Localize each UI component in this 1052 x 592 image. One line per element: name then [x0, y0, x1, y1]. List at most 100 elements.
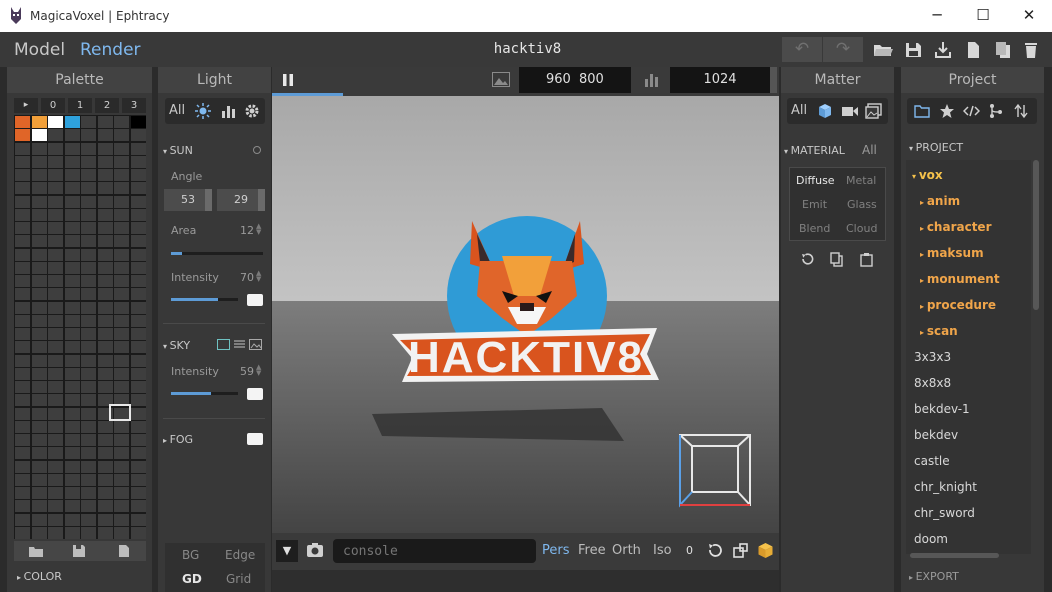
console-toggle-button[interactable]: ▼: [276, 540, 298, 562]
palette-color-cell[interactable]: [81, 460, 96, 473]
sun-section-label[interactable]: ▾ SUN: [163, 144, 193, 157]
voxel-cube-icon[interactable]: [757, 542, 774, 559]
project-tree-h-scrollbar[interactable]: [910, 553, 999, 558]
palette-color-cell[interactable]: [15, 341, 30, 354]
palette-color-cell[interactable]: [64, 500, 80, 513]
palette-color-cell[interactable]: [97, 447, 113, 460]
palette-color-cell[interactable]: [31, 261, 47, 274]
palette-color-cell[interactable]: [81, 420, 96, 433]
palette-color-cell[interactable]: [31, 420, 47, 433]
light-filter-all[interactable]: All: [169, 103, 185, 118]
palette-color-cell[interactable]: [48, 182, 63, 195]
palette-color-cell[interactable]: [64, 381, 80, 393]
palette-color-cell[interactable]: [31, 367, 47, 380]
palette-color-cell[interactable]: [64, 222, 80, 234]
maximize-button[interactable]: ☐: [960, 0, 1006, 32]
palette-color-cell[interactable]: [31, 248, 47, 261]
palette-color-cell[interactable]: [48, 367, 63, 380]
palette-color-cell[interactable]: [15, 487, 30, 499]
palette-color-cell[interactable]: [64, 473, 80, 486]
palette-color-cell[interactable]: [64, 447, 80, 460]
palette-color-cell[interactable]: [130, 314, 146, 327]
sky-uniform-icon[interactable]: [217, 339, 230, 350]
palette-color-cell[interactable]: [81, 341, 96, 354]
tree-folder-maksum[interactable]: ▸ maksum: [920, 246, 984, 260]
palette-color-cell[interactable]: [114, 169, 129, 181]
palette-color-cell[interactable]: [97, 420, 113, 433]
model-tab[interactable]: Model: [14, 40, 65, 60]
close-button[interactable]: ✕: [1006, 0, 1052, 32]
palette-color-cell[interactable]: [15, 447, 30, 460]
palette-color-cell[interactable]: [15, 288, 30, 301]
palette-color-cell[interactable]: [97, 314, 113, 327]
reset-rotate-icon[interactable]: [707, 542, 724, 559]
palette-color-cell[interactable]: [48, 513, 63, 526]
palette-color-cell[interactable]: [114, 288, 129, 301]
palette-color-cell[interactable]: [31, 169, 47, 181]
tree-folder-scan[interactable]: ▸ scan: [920, 324, 958, 338]
palette-color-cell[interactable]: [81, 526, 96, 539]
save-icon[interactable]: [901, 38, 925, 62]
palette-color-cell[interactable]: [130, 195, 146, 208]
palette-color-cell[interactable]: [64, 407, 80, 420]
palette-color-cell[interactable]: [64, 208, 80, 221]
material-copy-icon[interactable]: [829, 252, 844, 267]
palette-color-cell[interactable]: [130, 275, 146, 287]
palette-color-cell[interactable]: [64, 341, 80, 354]
palette-color-cell[interactable]: [15, 354, 30, 367]
gd-toggle[interactable]: GD: [182, 572, 202, 586]
palette-color-cell[interactable]: [81, 288, 96, 301]
palette-color-cell[interactable]: [97, 182, 113, 195]
palette-color-cell[interactable]: [48, 447, 63, 460]
palette-color-cell[interactable]: [97, 235, 113, 248]
camera-pers-button[interactable]: Pers: [542, 543, 570, 558]
sun-icon[interactable]: [195, 103, 211, 119]
palette-color-cell[interactable]: [97, 169, 113, 181]
palette-color-cell[interactable]: [31, 473, 47, 486]
palette-color-cell[interactable]: [64, 169, 80, 181]
palette-color-cell[interactable]: [114, 367, 129, 380]
palette-color-cell[interactable]: [48, 222, 63, 234]
palette-color-cell[interactable]: [81, 235, 96, 248]
sun-intensity-spinner-icon[interactable]: ▲ ▼: [256, 270, 261, 283]
palette-color-cell[interactable]: [130, 129, 146, 142]
palette-color-cell[interactable]: [48, 261, 63, 274]
tree-file[interactable]: chr_sword: [914, 506, 975, 520]
sample-count[interactable]: 1024: [670, 67, 770, 93]
palette-color-cell[interactable]: [130, 500, 146, 513]
palette-color-cell[interactable]: [81, 500, 96, 513]
material-emit[interactable]: Emit: [802, 198, 827, 211]
palette-color-cell[interactable]: [31, 116, 47, 128]
sort-arrows-icon[interactable]: [1013, 103, 1029, 119]
palette-color-cell[interactable]: [81, 407, 96, 420]
palette-color-cell[interactable]: [114, 155, 129, 168]
sky-intensity-slider-track[interactable]: [171, 392, 238, 395]
settings-gear-icon[interactable]: [244, 103, 260, 119]
palette-color-cell[interactable]: [15, 314, 30, 327]
palette-color-cell[interactable]: [114, 129, 129, 142]
palette-color-cell[interactable]: [81, 487, 96, 499]
palette-tab-0[interactable]: 0: [41, 98, 65, 113]
area-slider-track[interactable]: [171, 252, 263, 255]
palette-color-cell[interactable]: [130, 208, 146, 221]
palette-color-cell[interactable]: [114, 381, 129, 393]
palette-color-cell[interactable]: [48, 155, 63, 168]
palette-color-cell[interactable]: [64, 487, 80, 499]
palette-color-cell[interactable]: [64, 116, 80, 128]
grid-toggle[interactable]: Grid: [226, 572, 251, 586]
palette-color-cell[interactable]: [31, 447, 47, 460]
edge-toggle[interactable]: Edge: [225, 548, 255, 562]
palette-color-cell[interactable]: [114, 447, 129, 460]
palette-color-cell[interactable]: [31, 513, 47, 526]
palette-color-cell[interactable]: [97, 381, 113, 393]
palette-color-cell[interactable]: [31, 301, 47, 314]
material-reset-icon[interactable]: [800, 252, 815, 267]
palette-color-cell[interactable]: [130, 301, 146, 314]
palette-color-cell[interactable]: [130, 222, 146, 234]
material-cube-icon[interactable]: [817, 103, 833, 119]
palette-color-cell[interactable]: [81, 513, 96, 526]
palette-color-cell[interactable]: [64, 301, 80, 314]
tree-folder-character[interactable]: ▸ character: [920, 220, 992, 234]
palette-color-cell[interactable]: [114, 208, 129, 221]
palette-color-cell[interactable]: [15, 248, 30, 261]
